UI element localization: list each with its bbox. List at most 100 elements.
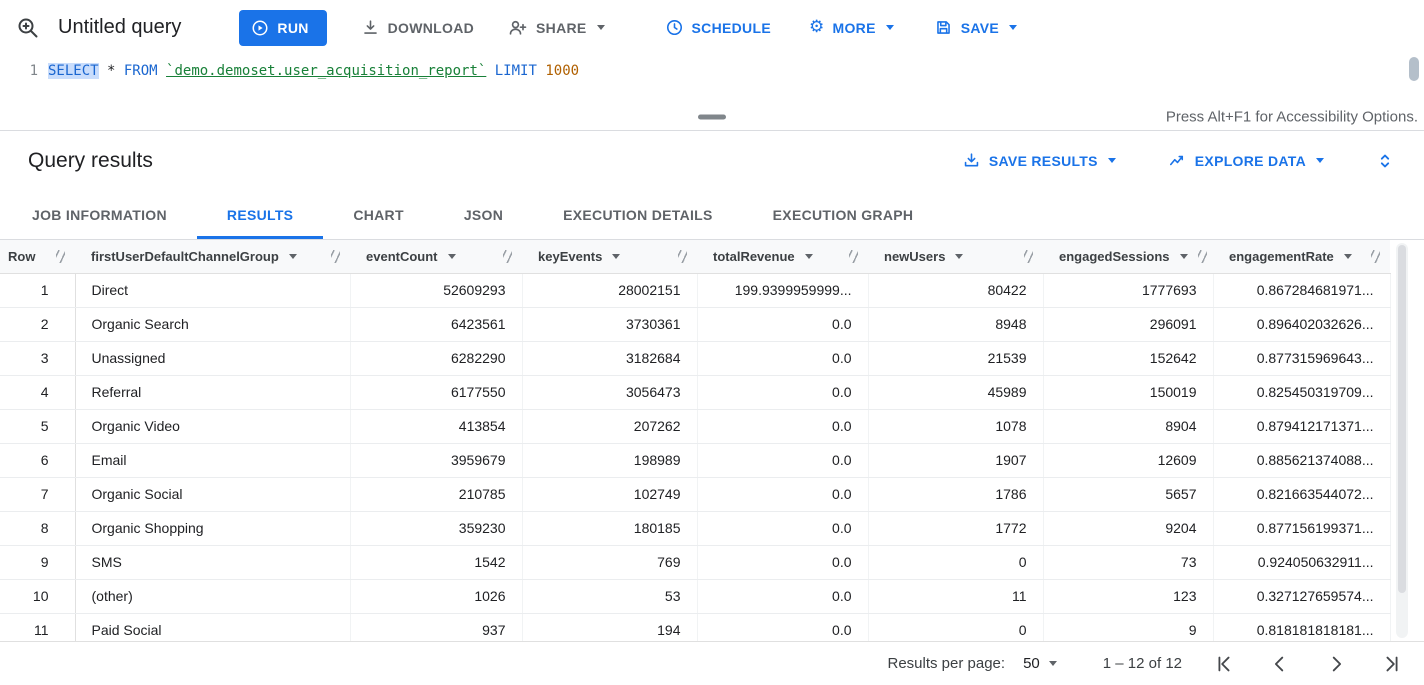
row-number-cell: 9 bbox=[0, 545, 75, 579]
tab-execution-details[interactable]: EXECUTION DETAILS bbox=[533, 190, 743, 239]
table-cell: 180185 bbox=[522, 511, 697, 545]
table-cell: 1026 bbox=[350, 579, 522, 613]
table-cell: Organic Shopping bbox=[75, 511, 350, 545]
sort-dropdown-icon[interactable] bbox=[289, 254, 297, 259]
table-cell: Organic Video bbox=[75, 409, 350, 443]
download-icon bbox=[361, 18, 380, 37]
pagination-range: 1 – 12 of 12 bbox=[1103, 655, 1182, 672]
column-header-label: engagementRate bbox=[1229, 249, 1334, 264]
column-resize-handle[interactable] bbox=[503, 250, 512, 263]
expand-results-button[interactable] bbox=[1372, 148, 1398, 174]
table-cell: 296091 bbox=[1043, 307, 1213, 341]
sort-dropdown-icon[interactable] bbox=[448, 254, 456, 259]
table-cell: 102749 bbox=[522, 477, 697, 511]
row-number-cell: 8 bbox=[0, 511, 75, 545]
row-number-cell: 3 bbox=[0, 341, 75, 375]
sort-dropdown-icon[interactable] bbox=[612, 254, 620, 259]
save-results-button[interactable]: SAVE RESULTS bbox=[958, 143, 1120, 179]
explore-data-button[interactable]: EXPLORE DATA bbox=[1164, 143, 1328, 179]
column-resize-handle[interactable] bbox=[678, 250, 687, 263]
table-cell: 0 bbox=[868, 545, 1043, 579]
editor-scrollbar[interactable] bbox=[1409, 57, 1419, 101]
table-cell: 937 bbox=[350, 613, 522, 641]
tab-execution-graph[interactable]: EXECUTION GRAPH bbox=[743, 190, 944, 239]
table-cell: 0 bbox=[868, 613, 1043, 641]
table-header-row: Row firstUserDefaultChannelGroup eventCo… bbox=[0, 240, 1390, 273]
table-scrollbar-thumb[interactable] bbox=[1398, 245, 1406, 593]
table-cell: 0.0 bbox=[697, 579, 868, 613]
table-cell: 3730361 bbox=[522, 307, 697, 341]
splitter-drag-handle[interactable] bbox=[698, 114, 726, 119]
sql-keyword-select: SELECT bbox=[48, 63, 99, 79]
row-number-cell: 2 bbox=[0, 307, 75, 341]
table-cell: 52609293 bbox=[350, 273, 522, 307]
download-button[interactable]: DOWNLOAD bbox=[357, 10, 478, 46]
sort-dropdown-icon[interactable] bbox=[1180, 254, 1188, 259]
table-cell: Referral bbox=[75, 375, 350, 409]
table-row: 6Email39596791989890.01907126090.8856213… bbox=[0, 443, 1390, 477]
query-results-header: Query results SAVE RESULTS EXPLORE DATA bbox=[0, 131, 1424, 190]
column-resize-handle[interactable] bbox=[1198, 250, 1207, 263]
next-page-button[interactable] bbox=[1322, 650, 1350, 678]
row-number-cell: 7 bbox=[0, 477, 75, 511]
first-page-icon bbox=[1213, 653, 1235, 675]
tab-results[interactable]: RESULTS bbox=[197, 190, 323, 239]
sql-limit-value: 1000 bbox=[545, 63, 579, 79]
sql-table-reference-link[interactable]: `demo.demoset.user_acquisition_report` bbox=[166, 63, 486, 79]
table-cell: 198989 bbox=[522, 443, 697, 477]
table-cell: 0.821663544072... bbox=[1213, 477, 1390, 511]
table-cell: 359230 bbox=[350, 511, 522, 545]
run-button[interactable]: RUN bbox=[239, 10, 326, 46]
caret-down-icon bbox=[1049, 661, 1057, 666]
previous-page-button[interactable] bbox=[1266, 650, 1294, 678]
sql-code-line: SELECT * FROM `demo.demoset.user_acquisi… bbox=[48, 55, 579, 103]
table-cell: 0.0 bbox=[697, 307, 868, 341]
column-header-eventCount[interactable]: eventCount bbox=[350, 240, 522, 273]
save-button[interactable]: SAVE bbox=[930, 10, 1021, 46]
table-cell: 0.0 bbox=[697, 443, 868, 477]
column-header-newUsers[interactable]: newUsers bbox=[868, 240, 1043, 273]
column-resize-handle[interactable] bbox=[849, 250, 858, 263]
last-page-button[interactable] bbox=[1378, 650, 1406, 678]
column-header-keyEvents[interactable]: keyEvents bbox=[522, 240, 697, 273]
table-cell: Organic Search bbox=[75, 307, 350, 341]
column-resize-handle[interactable] bbox=[1024, 250, 1033, 263]
table-cell: Direct bbox=[75, 273, 350, 307]
more-button[interactable]: ⚙ MORE bbox=[805, 10, 898, 46]
schedule-button[interactable]: SCHEDULE bbox=[661, 10, 775, 46]
column-header-label: firstUserDefaultChannelGroup bbox=[91, 249, 279, 264]
tab-chart[interactable]: CHART bbox=[323, 190, 434, 239]
explore-data-chart-icon bbox=[1168, 151, 1187, 170]
sort-dropdown-icon[interactable] bbox=[805, 254, 813, 259]
column-header-engagedSessions[interactable]: engagedSessions bbox=[1043, 240, 1213, 273]
column-resize-handle[interactable] bbox=[1371, 250, 1380, 263]
sort-dropdown-icon[interactable] bbox=[1344, 254, 1352, 259]
column-resize-handle[interactable] bbox=[56, 250, 65, 263]
save-alt-icon bbox=[962, 151, 981, 170]
table-cell: Paid Social bbox=[75, 613, 350, 641]
share-button[interactable]: SHARE bbox=[504, 10, 609, 46]
table-cell: 0.825450319709... bbox=[1213, 375, 1390, 409]
sort-dropdown-icon[interactable] bbox=[955, 254, 963, 259]
table-cell: 0.877156199371... bbox=[1213, 511, 1390, 545]
column-header-firstUserDefaultChannelGroup[interactable]: firstUserDefaultChannelGroup bbox=[75, 240, 350, 273]
tab-job-information[interactable]: JOB INFORMATION bbox=[2, 190, 197, 239]
table-cell: 0.0 bbox=[697, 409, 868, 443]
table-cell: 0.885621374088... bbox=[1213, 443, 1390, 477]
column-header-engagementRate[interactable]: engagementRate bbox=[1213, 240, 1390, 273]
column-header-totalRevenue[interactable]: totalRevenue bbox=[697, 240, 868, 273]
column-header-label: eventCount bbox=[366, 249, 438, 264]
table-cell: 413854 bbox=[350, 409, 522, 443]
column-resize-handle[interactable] bbox=[331, 250, 340, 263]
per-page-label: Results per page: bbox=[888, 655, 1006, 672]
sql-editor[interactable]: 1 SELECT * FROM `demo.demoset.user_acqui… bbox=[0, 55, 1424, 103]
results-grid: Row firstUserDefaultChannelGroup eventCo… bbox=[0, 240, 1424, 641]
page-size-select[interactable]: 50 bbox=[1023, 655, 1057, 672]
tab-json[interactable]: JSON bbox=[434, 190, 533, 239]
table-cell: 6282290 bbox=[350, 341, 522, 375]
results-table-body: 1Direct5260929328002151199.9399959999...… bbox=[0, 273, 1390, 641]
editor-scrollbar-thumb[interactable] bbox=[1409, 57, 1419, 81]
table-scrollbar[interactable] bbox=[1396, 243, 1408, 638]
column-header-row[interactable]: Row bbox=[0, 240, 75, 273]
first-page-button[interactable] bbox=[1210, 650, 1238, 678]
